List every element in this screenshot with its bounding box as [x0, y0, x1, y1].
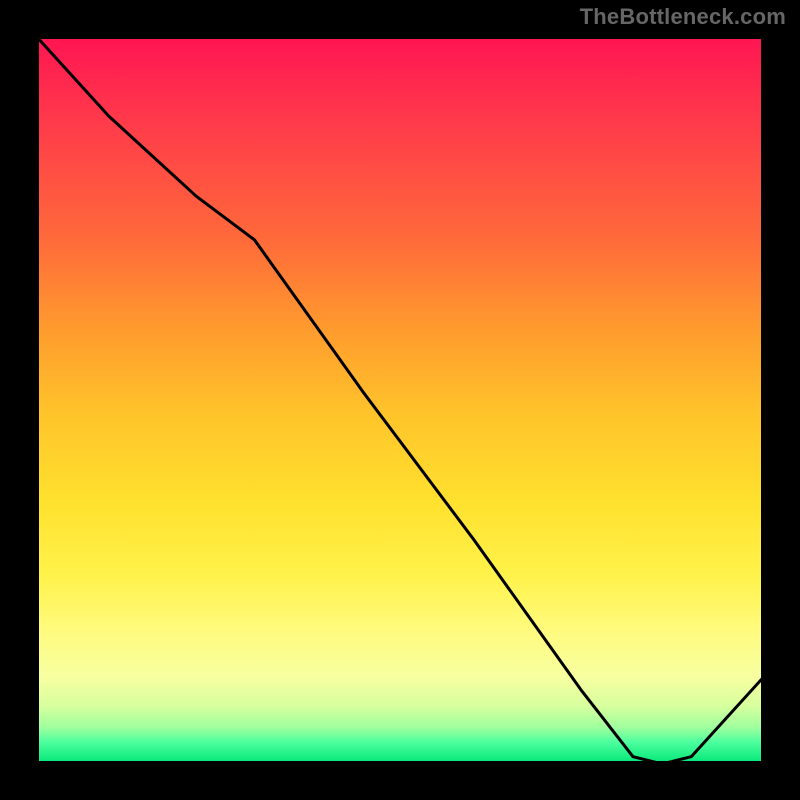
plot-gradient	[36, 36, 764, 764]
plot-area	[36, 36, 764, 764]
chart-frame: TheBottleneck.com	[0, 0, 800, 800]
watermark-text: TheBottleneck.com	[580, 4, 786, 30]
